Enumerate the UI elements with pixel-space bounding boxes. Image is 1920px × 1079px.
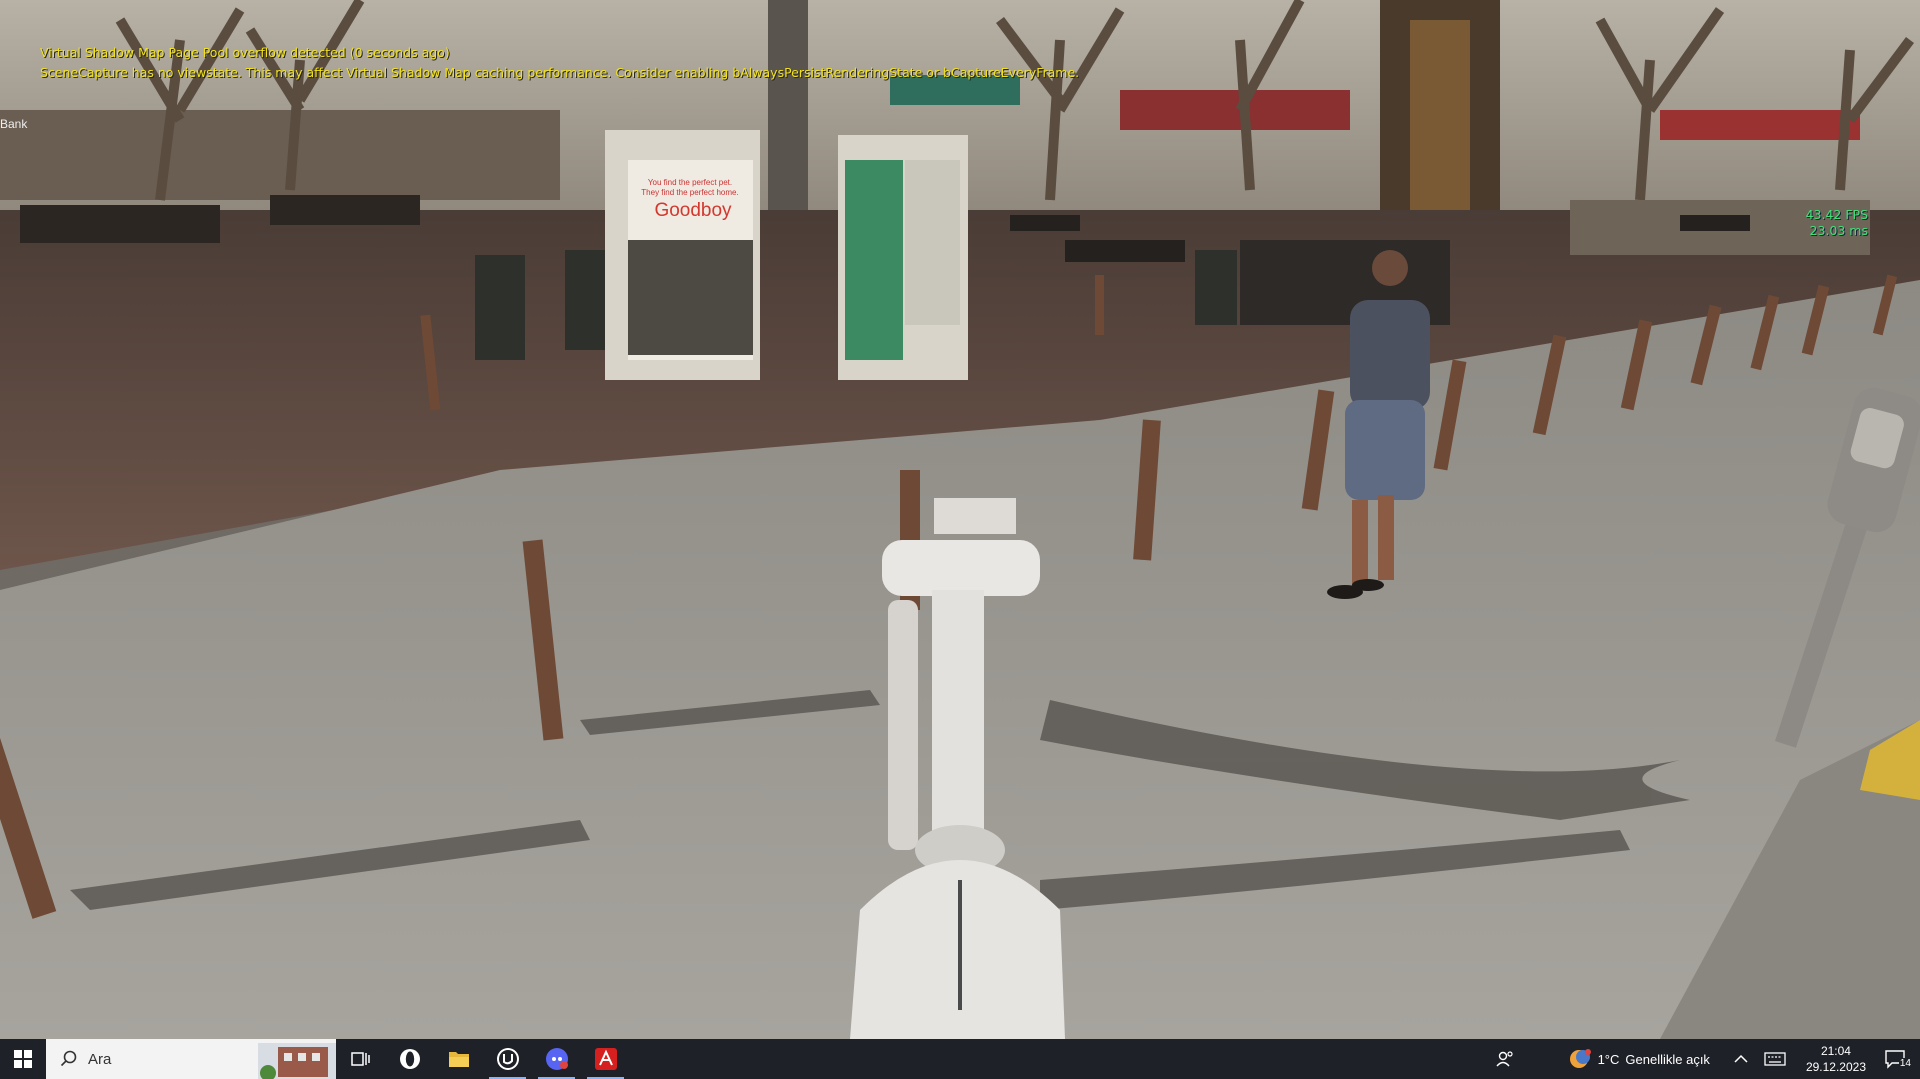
bench [1065,240,1185,262]
taskbar-app-acrobat[interactable] [581,1039,630,1079]
search-icon [60,1050,77,1067]
poster-kiosk-goodboy: You find the perfect pet. They find the … [605,130,760,380]
notification-count: 14 [1898,1058,1912,1069]
acrobat-icon [594,1048,617,1070]
notification-center-button[interactable]: 14 [1884,1049,1912,1069]
svg-text:You find the perfect pet.: You find the perfect pet. [648,178,732,187]
game-viewport[interactable]: You find the perfect pet. They find the … [0,0,1920,1039]
clock[interactable]: 21:04 29.12.2023 [1806,1043,1866,1075]
svg-text:They find the perfect home.: They find the perfect home. [641,188,738,197]
start-button[interactable] [0,1039,46,1079]
chevron-up-icon [1734,1054,1748,1063]
people-icon [1496,1051,1513,1067]
trash-can [475,255,525,360]
keyboard-button[interactable] [1764,1052,1786,1066]
frame-time-readout: 23.03 ms [1809,223,1868,238]
opera-icon [399,1049,420,1069]
weather-desc: Genellikle açık [1625,1051,1710,1067]
scene-capture-warning: SceneCapture has no viewstate. This may … [40,65,1080,80]
search-highlight-image [258,1043,336,1079]
folder-icon [448,1052,469,1067]
taskbar-app-discord[interactable] [532,1039,581,1079]
taskbar: Ara 1°C Genellikle açık 21:04 29.12.2023… [0,1039,1920,1079]
fps-readout: 43.42 FPS [1805,207,1868,222]
perf-stats: 43.42 FPS 23.03 ms [1806,207,1868,239]
svg-text:Bank: Bank [0,117,28,131]
clock-time: 21:04 [1820,1044,1851,1058]
taskbar-app-opera[interactable] [385,1039,434,1079]
street-scene: You find the perfect pet. They find the … [0,0,1920,1039]
people-button[interactable] [1496,1050,1514,1068]
shadow-map-warning: Virtual Shadow Map Page Pool overflow de… [40,45,450,60]
keyboard-icon [1764,1052,1786,1066]
weather-widget[interactable]: 1°C Genellikle açık [1568,1048,1710,1070]
weather-moon-icon [1569,1049,1591,1068]
search-box[interactable]: Ara [46,1039,336,1079]
weather-temp: 1°C [1597,1051,1620,1067]
windows-icon [14,1050,32,1068]
discord-icon [545,1048,568,1070]
svg-text:Goodboy: Goodboy [654,200,732,221]
system-tray: 1°C Genellikle açık 21:04 29.12.2023 14 [1488,1039,1920,1079]
task-view-icon [350,1052,370,1066]
search-placeholder: Ara [88,1050,112,1068]
show-hidden-icons-button[interactable] [1734,1054,1748,1064]
task-view-button[interactable] [336,1039,385,1079]
taskbar-app-unreal-engine[interactable] [483,1039,532,1079]
unreal-engine-icon [496,1048,519,1070]
taskbar-app-file-explorer[interactable] [434,1039,483,1079]
clock-date: 29.12.2023 [1805,1060,1866,1074]
poster-kiosk-green [838,135,968,380]
